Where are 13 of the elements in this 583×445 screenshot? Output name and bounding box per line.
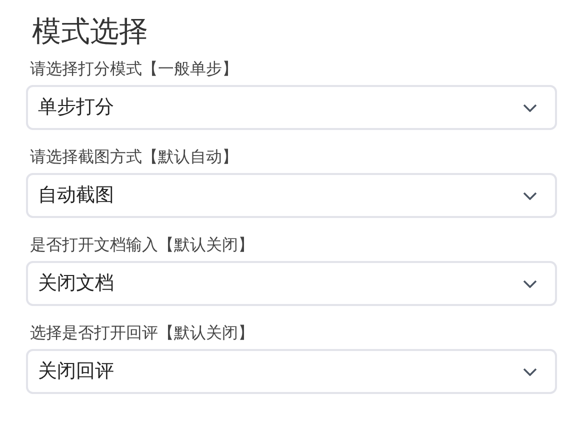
select-dropdown[interactable]: 关闭回评 (26, 349, 557, 394)
chevron-down-icon (523, 368, 537, 376)
field-label: 请选择截图方式【默认自动】 (29, 146, 238, 168)
select-dropdown[interactable]: 自动截图 (26, 173, 557, 218)
field-label: 是否打开文档输入【默认关闭】 (29, 234, 254, 256)
field-label: 请选择打分模式【一般单步】 (29, 58, 238, 80)
chevron-down-icon (523, 192, 537, 200)
field-label: 选择是否打开回评【默认关闭】 (29, 322, 254, 344)
page-title: 模式选择 (31, 13, 148, 50)
chevron-down-icon (523, 104, 537, 112)
select-dropdown[interactable]: 单步打分 (26, 85, 557, 130)
chevron-down-icon (523, 280, 537, 288)
select-dropdown[interactable]: 关闭文档 (26, 261, 557, 306)
